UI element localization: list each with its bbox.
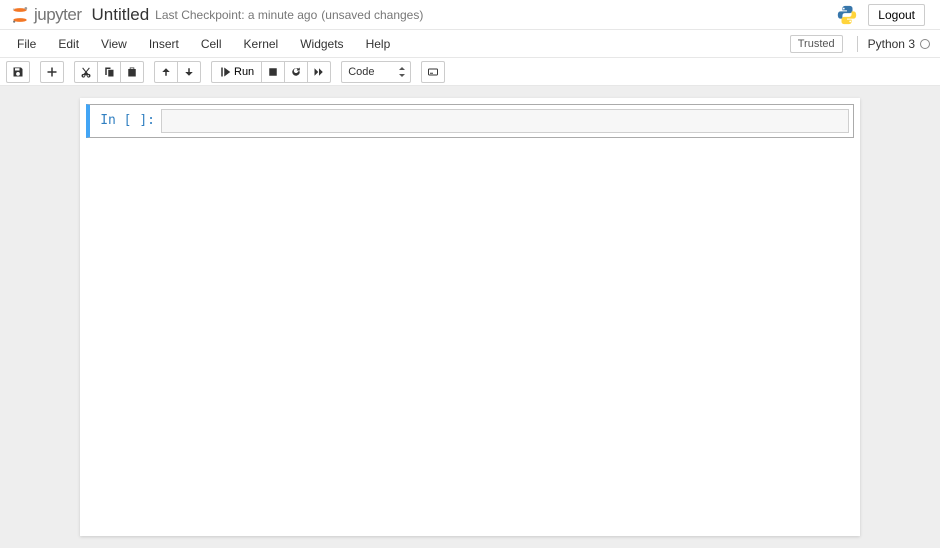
jupyter-icon — [10, 5, 30, 25]
interrupt-button[interactable] — [261, 61, 285, 83]
move-down-button[interactable] — [177, 61, 201, 83]
paste-button[interactable] — [120, 61, 144, 83]
jupyter-logo[interactable]: jupyter — [10, 5, 82, 25]
input-prompt: In [ ]: — [91, 109, 161, 133]
menu-edit[interactable]: Edit — [47, 31, 90, 57]
notebook-name[interactable]: Untitled — [92, 5, 150, 25]
menu-help[interactable]: Help — [355, 31, 402, 57]
copy-button[interactable] — [97, 61, 121, 83]
restart-run-all-button[interactable] — [307, 61, 331, 83]
menu-view[interactable]: View — [90, 31, 138, 57]
checkpoint-status: Last Checkpoint: a minute ago — [155, 8, 317, 22]
separator — [857, 36, 858, 52]
cell-type-select[interactable]: Code — [341, 61, 411, 83]
header: jupyter Untitled Last Checkpoint: a minu… — [0, 0, 940, 30]
menu-insert[interactable]: Insert — [138, 31, 190, 57]
restart-button[interactable] — [284, 61, 308, 83]
unsaved-status: (unsaved changes) — [321, 8, 423, 22]
code-cell[interactable]: In [ ]: — [86, 104, 854, 138]
menu-cell[interactable]: Cell — [190, 31, 233, 57]
kernel-name: Python 3 — [868, 37, 915, 51]
jupyter-wordmark: jupyter — [34, 5, 82, 25]
notebook-area: In [ ]: — [0, 86, 940, 548]
menu-file[interactable]: File — [6, 31, 47, 57]
command-palette-button[interactable] — [421, 61, 445, 83]
menu-kernel[interactable]: Kernel — [233, 31, 290, 57]
logout-button[interactable]: Logout — [868, 4, 925, 26]
menu-widgets[interactable]: Widgets — [289, 31, 354, 57]
trusted-badge[interactable]: Trusted — [790, 35, 843, 53]
run-icon — [219, 66, 231, 78]
notebook-container: In [ ]: — [80, 98, 860, 536]
insert-cell-button[interactable] — [40, 61, 64, 83]
save-button[interactable] — [6, 61, 30, 83]
toolbar: Run Code — [0, 58, 940, 86]
code-input[interactable] — [161, 109, 849, 133]
python-icon — [836, 4, 858, 26]
cell-type-value: Code — [348, 66, 374, 78]
cut-button[interactable] — [74, 61, 98, 83]
run-button[interactable]: Run — [211, 61, 262, 83]
run-label: Run — [234, 66, 254, 78]
move-up-button[interactable] — [154, 61, 178, 83]
kernel-indicator-icon — [920, 39, 930, 49]
menubar: File Edit View Insert Cell Kernel Widget… — [0, 30, 940, 58]
